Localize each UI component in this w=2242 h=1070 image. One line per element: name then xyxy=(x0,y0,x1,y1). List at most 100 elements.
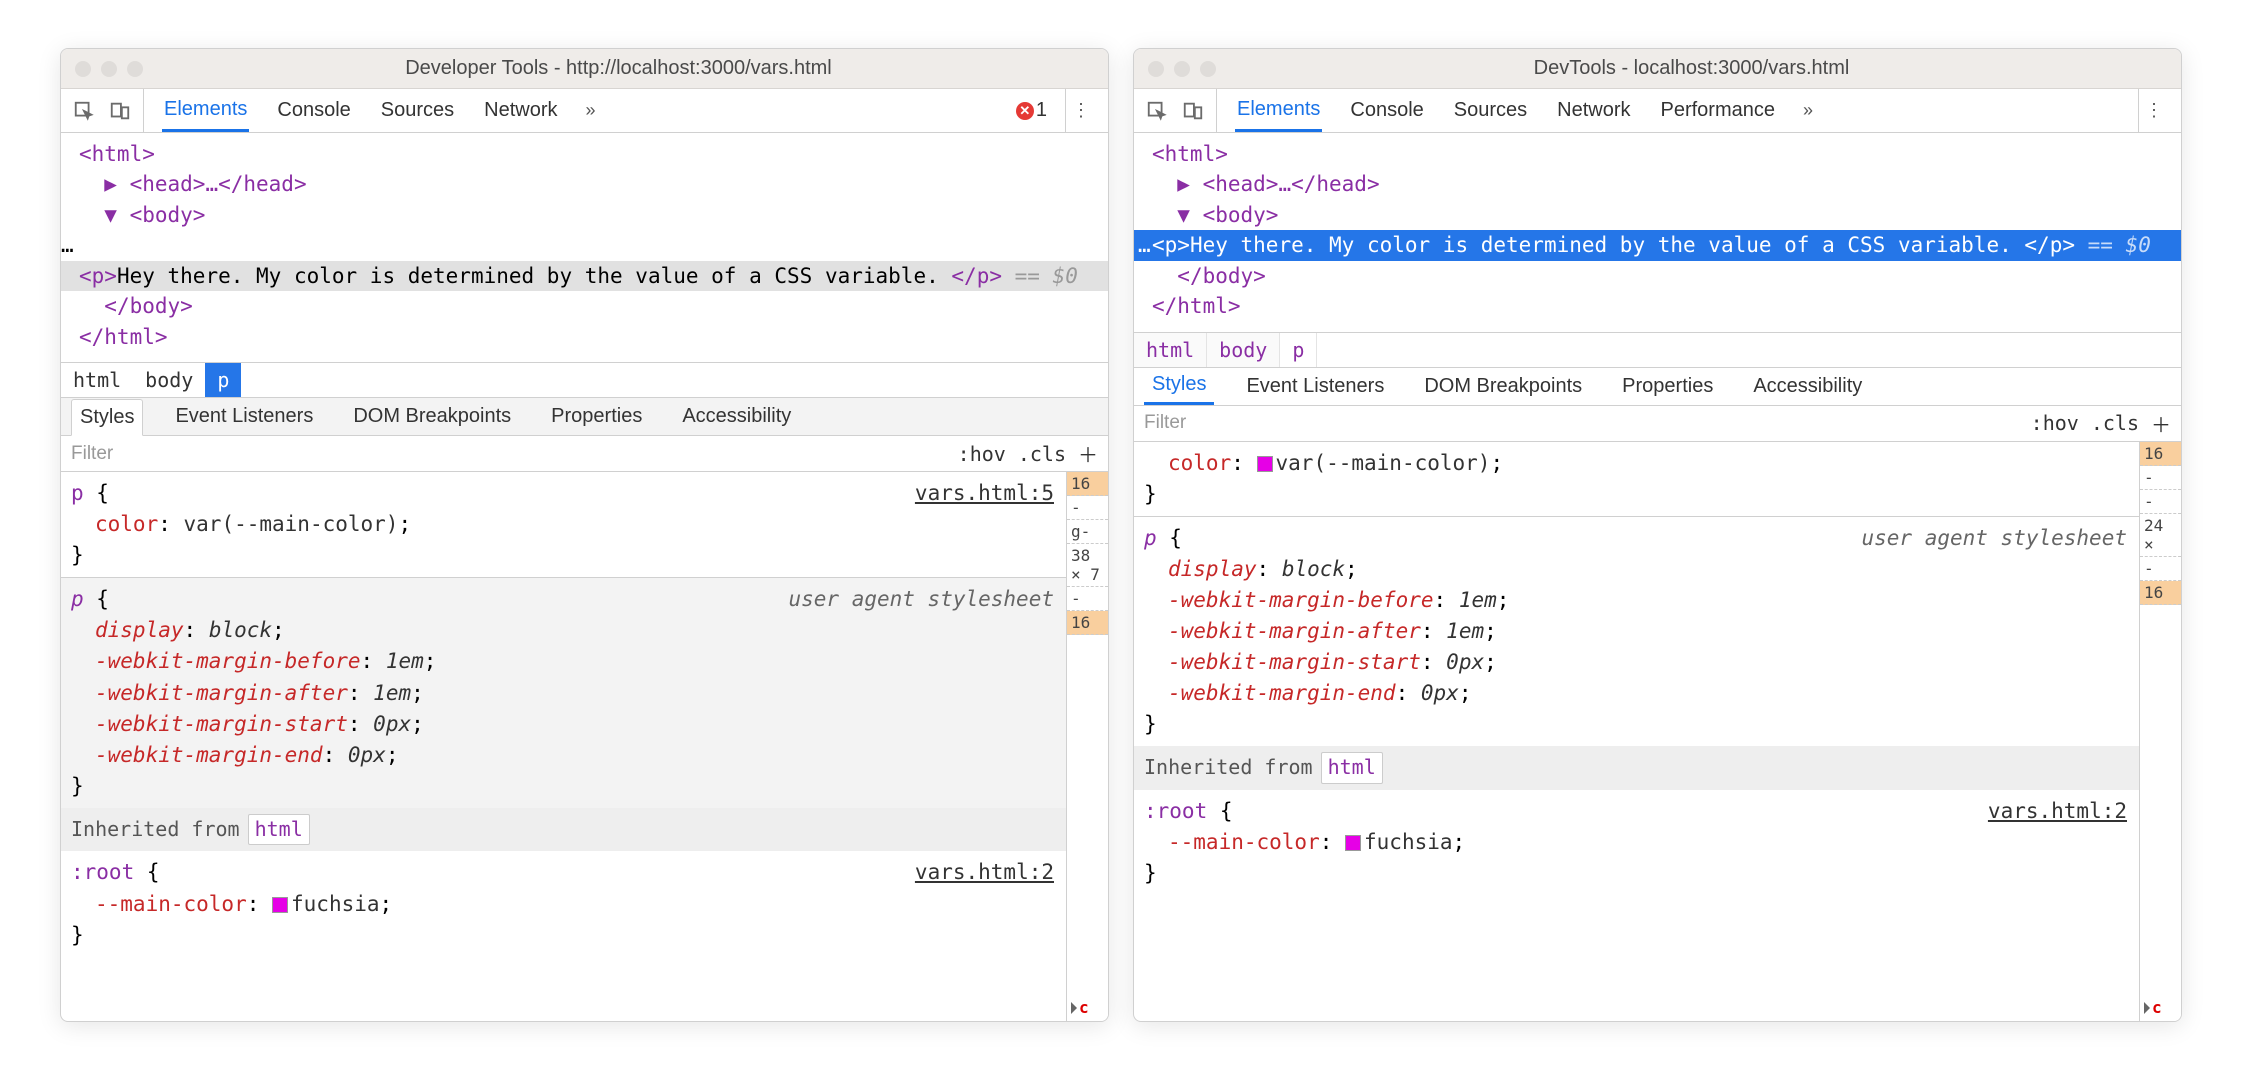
filter-input[interactable] xyxy=(61,436,948,471)
styles-pane: color: var(--main-color); } user agent s… xyxy=(1134,442,2181,1021)
style-rule[interactable]: vars.html:5 p { color: var(--main-color)… xyxy=(61,472,1066,577)
breadcrumb: html body p xyxy=(61,362,1108,398)
filter-bar: :hov .cls ＋ xyxy=(61,436,1108,472)
traffic-lights xyxy=(1148,61,1216,77)
kebab-menu-icon[interactable]: ⋮ xyxy=(2138,89,2169,132)
titlebar: Developer Tools - http://localhost:3000/… xyxy=(61,49,1108,89)
breadcrumb-item-selected[interactable]: p xyxy=(205,363,241,397)
main-toolbar: Elements Console Sources Network » ✕ 1 ⋮ xyxy=(61,89,1108,133)
zoom-icon[interactable] xyxy=(1200,61,1216,77)
dom-node[interactable]: ▶ <head>…</head> xyxy=(104,172,306,196)
subtab-styles[interactable]: Styles xyxy=(1144,368,1214,405)
add-rule-icon[interactable]: ＋ xyxy=(2151,409,2171,438)
subtab-event-listeners[interactable]: Event Listeners xyxy=(1238,368,1392,405)
style-rule[interactable]: color: var(--main-color); } xyxy=(1134,442,2139,516)
ruler-gutter: 16 - g- 38 × 7 - 16 c xyxy=(1066,472,1108,1021)
dom-tree[interactable]: <html> ▶ <head>…</head> ▼ <body> … <p>He… xyxy=(61,133,1108,362)
devtools-window-left: Developer Tools - http://localhost:3000/… xyxy=(60,48,1109,1022)
subtab-styles[interactable]: Styles xyxy=(71,399,143,436)
style-rule-ua: user agent stylesheet p { display: block… xyxy=(1134,517,2139,747)
breadcrumb-item[interactable]: html xyxy=(1134,333,1207,367)
cut-indicator-icon: c xyxy=(2152,998,2162,1017)
tab-network[interactable]: Network xyxy=(482,89,559,132)
filter-bar: :hov .cls ＋ xyxy=(1134,406,2181,442)
dom-node[interactable]: </body> xyxy=(1177,264,1266,288)
hov-toggle[interactable]: :hov xyxy=(2031,411,2079,435)
inspect-icon[interactable] xyxy=(1146,100,1168,122)
subtab-accessibility[interactable]: Accessibility xyxy=(674,398,799,435)
cls-toggle[interactable]: .cls xyxy=(1018,442,1066,466)
subtab-dom-breakpoints[interactable]: DOM Breakpoints xyxy=(1416,368,1590,405)
inspect-icon[interactable] xyxy=(73,100,95,122)
close-icon[interactable] xyxy=(75,61,91,77)
dom-node[interactable]: ▶ <head>…</head> xyxy=(1177,172,1379,196)
breadcrumb-item-selected[interactable]: p xyxy=(1280,333,1317,367)
dom-node[interactable]: ▼ <body> xyxy=(104,203,205,227)
device-toggle-icon[interactable] xyxy=(109,100,131,122)
filter-input[interactable] xyxy=(1134,406,2021,441)
titlebar: DevTools - localhost:3000/vars.html xyxy=(1134,49,2181,89)
subtab-dom-breakpoints[interactable]: DOM Breakpoints xyxy=(345,398,519,435)
dom-node[interactable]: <html> xyxy=(1152,142,1228,166)
more-tabs-chevron-icon[interactable]: » xyxy=(1803,100,1813,121)
expand-icon[interactable] xyxy=(1071,1002,1077,1014)
tab-sources[interactable]: Sources xyxy=(379,89,456,132)
dom-node[interactable]: </body> xyxy=(104,294,193,318)
source-link[interactable]: vars.html:5 xyxy=(915,478,1054,509)
devtools-window-right: DevTools - localhost:3000/vars.html Elem… xyxy=(1133,48,2182,1022)
close-icon[interactable] xyxy=(1148,61,1164,77)
cls-toggle[interactable]: .cls xyxy=(2091,411,2139,435)
dom-selected-node[interactable]: <p>Hey there. My color is determined by … xyxy=(61,261,1108,291)
minimize-icon[interactable] xyxy=(1174,61,1190,77)
device-toggle-icon[interactable] xyxy=(1182,100,1204,122)
source-link[interactable]: vars.html:2 xyxy=(1988,796,2127,827)
style-rule[interactable]: vars.html:2 :root { --main-color: fuchsi… xyxy=(61,851,1066,956)
breadcrumb-item[interactable]: body xyxy=(1207,333,1280,367)
styles-subtabs: Styles Event Listeners DOM Breakpoints P… xyxy=(61,398,1108,436)
window-title: Developer Tools - http://localhost:3000/… xyxy=(143,57,1094,80)
minimize-icon[interactable] xyxy=(101,61,117,77)
breadcrumb-item[interactable]: html xyxy=(61,363,133,397)
breadcrumb-item[interactable]: body xyxy=(133,363,205,397)
breadcrumb: html body p xyxy=(1134,332,2181,368)
color-swatch-icon[interactable] xyxy=(272,897,288,913)
inherited-header: Inherited from html xyxy=(61,808,1066,852)
kebab-menu-icon[interactable]: ⋮ xyxy=(1065,89,1096,132)
add-rule-icon[interactable]: ＋ xyxy=(1078,439,1098,468)
tab-performance[interactable]: Performance xyxy=(1659,89,1778,132)
style-rule-ua: user agent stylesheet p { display: block… xyxy=(61,578,1066,808)
tab-elements[interactable]: Elements xyxy=(1235,89,1322,132)
color-swatch-icon[interactable] xyxy=(1345,835,1361,851)
dom-node[interactable]: <html> xyxy=(79,142,155,166)
dom-node[interactable]: ▼ <body> xyxy=(1177,203,1278,227)
more-tabs-chevron-icon[interactable]: » xyxy=(586,100,596,121)
dom-selected-node[interactable]: … <p>Hey there. My color is determined b… xyxy=(1134,230,2181,260)
tab-elements[interactable]: Elements xyxy=(162,89,249,132)
subtab-properties[interactable]: Properties xyxy=(543,398,650,435)
styles-subtabs: Styles Event Listeners DOM Breakpoints P… xyxy=(1134,368,2181,406)
traffic-lights xyxy=(75,61,143,77)
error-icon: ✕ xyxy=(1016,102,1034,120)
cut-indicator-icon: c xyxy=(1079,998,1089,1017)
error-badge[interactable]: ✕ 1 xyxy=(1016,99,1047,122)
zoom-icon[interactable] xyxy=(127,61,143,77)
subtab-event-listeners[interactable]: Event Listeners xyxy=(167,398,321,435)
tab-console[interactable]: Console xyxy=(1348,89,1425,132)
color-swatch-icon[interactable] xyxy=(1257,456,1273,472)
dom-node[interactable]: </html> xyxy=(79,325,168,349)
tab-sources[interactable]: Sources xyxy=(1452,89,1529,132)
inherited-header: Inherited from html xyxy=(1134,746,2139,790)
source-link[interactable]: vars.html:2 xyxy=(915,857,1054,888)
tab-console[interactable]: Console xyxy=(275,89,352,132)
ellipsis-icon: … xyxy=(61,233,74,257)
style-rule[interactable]: vars.html:2 :root { --main-color: fuchsi… xyxy=(1134,790,2139,895)
ellipsis-icon: … xyxy=(1138,230,1151,260)
expand-icon[interactable] xyxy=(2144,1002,2150,1014)
hov-toggle[interactable]: :hov xyxy=(958,442,1006,466)
subtab-accessibility[interactable]: Accessibility xyxy=(1745,368,1870,405)
dom-tree[interactable]: <html> ▶ <head>…</head> ▼ <body> … <p>He… xyxy=(1134,133,2181,332)
error-count: 1 xyxy=(1036,99,1047,122)
tab-network[interactable]: Network xyxy=(1555,89,1632,132)
subtab-properties[interactable]: Properties xyxy=(1614,368,1721,405)
dom-node[interactable]: </html> xyxy=(1152,294,1241,318)
